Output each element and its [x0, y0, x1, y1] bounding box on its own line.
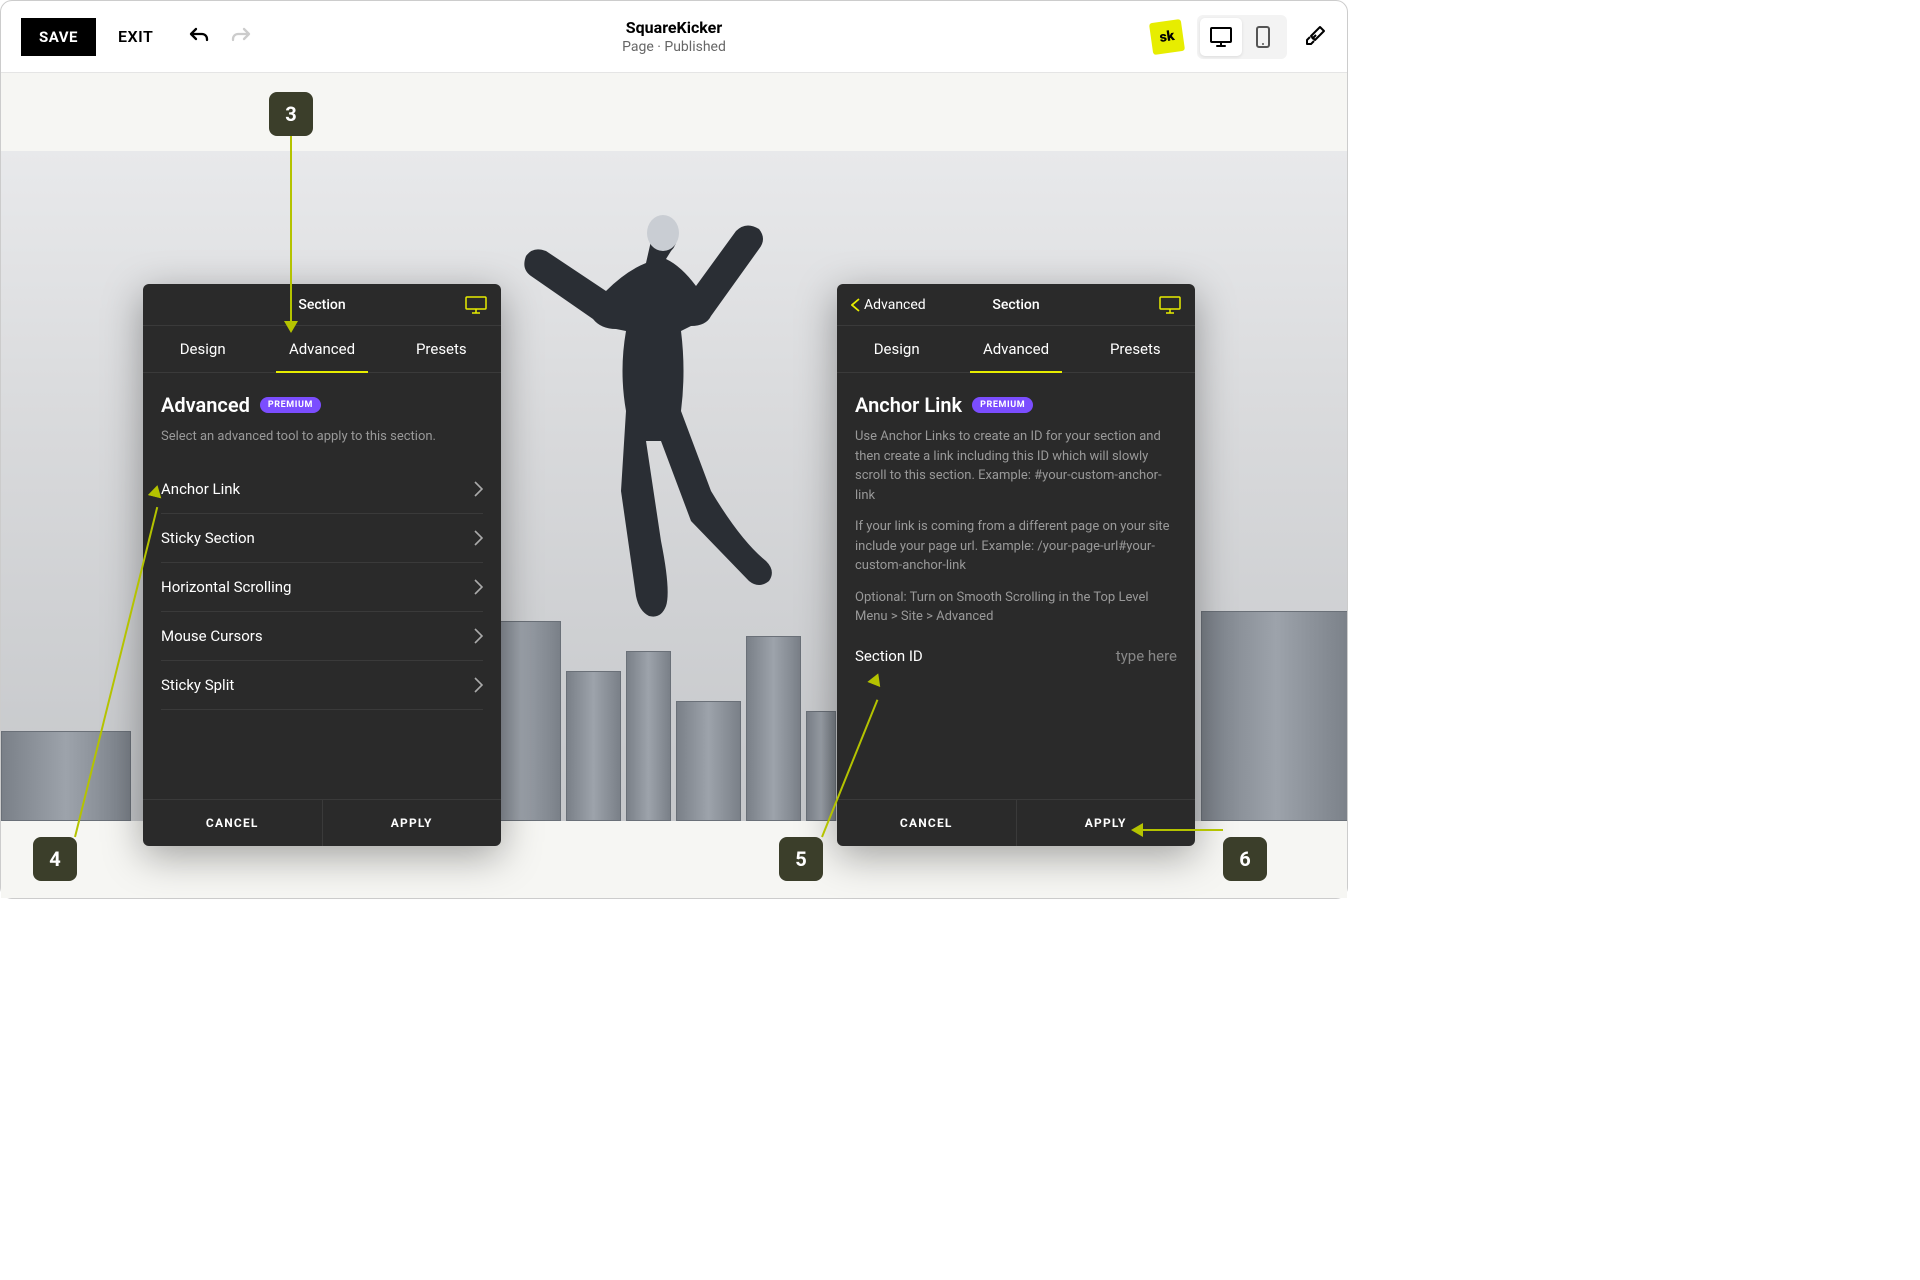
- save-button[interactable]: SAVE: [21, 18, 96, 56]
- chevron-right-icon: [474, 628, 483, 644]
- panel-device-indicator[interactable]: [1159, 296, 1181, 314]
- chevron-right-icon: [474, 579, 483, 595]
- apply-button[interactable]: APPLY: [323, 800, 502, 846]
- callout-5: 5: [779, 837, 823, 881]
- section-panel-advanced: Section Design Advanced Presets Advanced…: [143, 284, 501, 846]
- desktop-icon: [1159, 296, 1181, 314]
- mobile-view-button[interactable]: [1242, 18, 1284, 56]
- callout-3: 3: [269, 92, 313, 136]
- apply-button[interactable]: APPLY: [1017, 800, 1196, 846]
- panel-context-label: Section: [992, 297, 1039, 313]
- callout-6: 6: [1223, 837, 1267, 881]
- desktop-icon: [465, 296, 487, 314]
- tab-design[interactable]: Design: [143, 326, 262, 372]
- tool-mouse-cursors[interactable]: Mouse Cursors: [161, 612, 483, 661]
- app-title: SquareKicker: [622, 18, 726, 37]
- panel-context-label: Section: [298, 297, 345, 313]
- cancel-button[interactable]: CANCEL: [143, 800, 323, 846]
- chevron-left-icon: [851, 298, 860, 312]
- exit-button[interactable]: EXIT: [118, 27, 153, 46]
- mobile-icon: [1256, 26, 1270, 48]
- tab-presets[interactable]: Presets: [382, 326, 501, 372]
- desktop-view-button[interactable]: [1200, 18, 1242, 56]
- chevron-right-icon: [474, 677, 483, 693]
- panel-device-indicator[interactable]: [465, 296, 487, 314]
- tool-label: Sticky Split: [161, 676, 234, 694]
- desktop-icon: [1210, 27, 1232, 47]
- panel-description: Use Anchor Links to create an ID for you…: [855, 427, 1177, 627]
- styles-button[interactable]: [1301, 24, 1327, 50]
- undo-icon: [187, 25, 211, 49]
- paintbrush-icon: [1301, 24, 1327, 50]
- cancel-button[interactable]: CANCEL: [837, 800, 1017, 846]
- tab-presets[interactable]: Presets: [1076, 326, 1195, 372]
- page-title-area: SquareKicker Page · Published: [622, 18, 726, 55]
- premium-badge: PREMIUM: [260, 397, 321, 413]
- tab-advanced[interactable]: Advanced: [262, 326, 381, 372]
- top-toolbar: SAVE EXIT SquareKicker Page · Published …: [1, 1, 1347, 73]
- panel-title: Anchor Link: [855, 393, 962, 417]
- panel-title: Advanced: [161, 393, 250, 417]
- redo-icon: [229, 25, 253, 49]
- section-id-label: Section ID: [855, 647, 923, 665]
- jumping-person-illustration: [511, 181, 791, 641]
- redo-button[interactable]: [229, 25, 253, 49]
- tool-horizontal-scrolling[interactable]: Horizontal Scrolling: [161, 563, 483, 612]
- tool-label: Horizontal Scrolling: [161, 578, 291, 596]
- panel-description: Select an advanced tool to apply to this…: [161, 427, 483, 447]
- chevron-right-icon: [474, 481, 483, 497]
- chevron-right-icon: [474, 530, 483, 546]
- tool-anchor-link[interactable]: Anchor Link: [161, 465, 483, 514]
- tool-sticky-section[interactable]: Sticky Section: [161, 514, 483, 563]
- back-button[interactable]: Advanced: [851, 297, 926, 313]
- tab-design[interactable]: Design: [837, 326, 956, 372]
- back-label: Advanced: [864, 297, 926, 313]
- tool-sticky-split[interactable]: Sticky Split: [161, 661, 483, 710]
- callout-4: 4: [33, 837, 77, 881]
- undo-button[interactable]: [187, 25, 211, 49]
- tool-label: Sticky Section: [161, 529, 255, 547]
- tab-advanced[interactable]: Advanced: [956, 326, 1075, 372]
- tool-label: Anchor Link: [161, 480, 240, 498]
- page-status: Page · Published: [622, 39, 726, 55]
- device-toggle: [1197, 15, 1287, 59]
- sk-logo[interactable]: sk: [1149, 18, 1185, 54]
- tool-label: Mouse Cursors: [161, 627, 263, 645]
- section-panel-anchor-link: Advanced Section Design Advanced Presets…: [837, 284, 1195, 846]
- premium-badge: PREMIUM: [972, 397, 1033, 413]
- section-id-input[interactable]: [1047, 647, 1177, 665]
